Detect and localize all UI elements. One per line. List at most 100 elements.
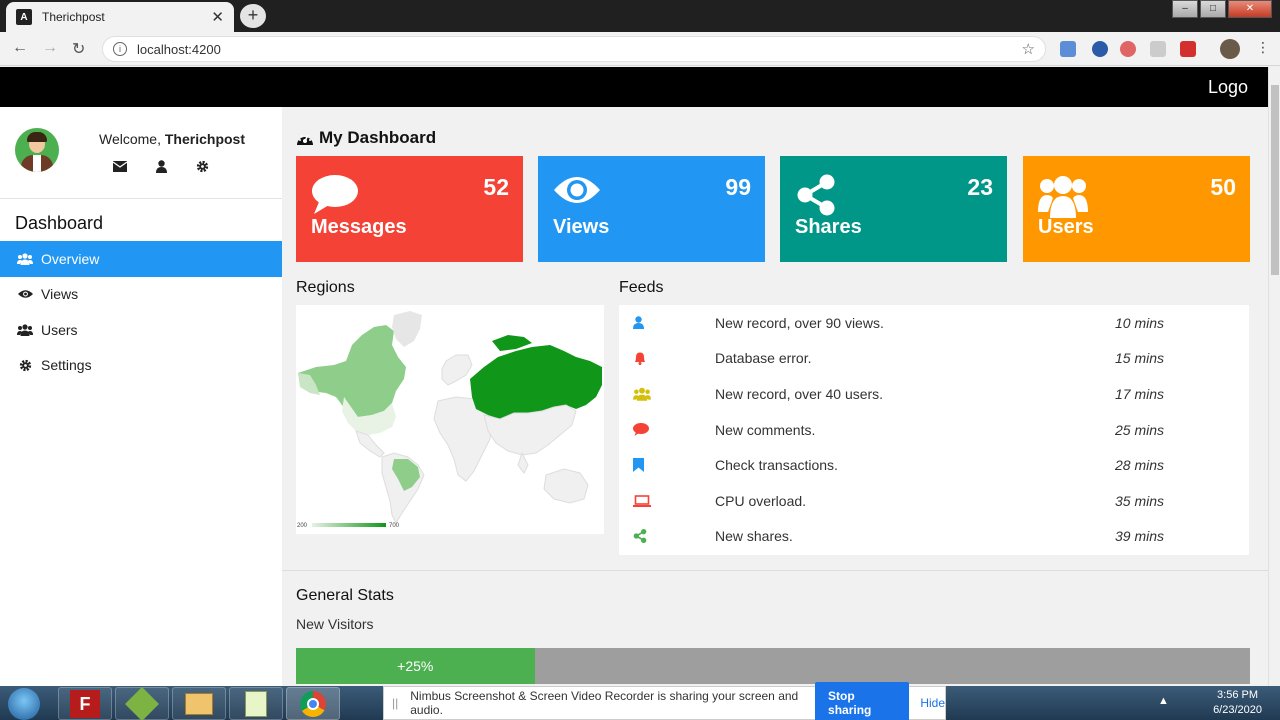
browser-menu-icon[interactable]: ⋮ <box>1256 39 1270 56</box>
card-views[interactable]: 99 Views <box>538 156 765 262</box>
dashboard-gauge-icon <box>296 131 314 146</box>
new-visitors-progress: +25% <box>296 648 1250 684</box>
extension-icon[interactable] <box>1120 41 1136 57</box>
feed-time: 35 mins <box>1115 492 1165 509</box>
filezilla-taskbar-icon[interactable]: F <box>58 687 112 720</box>
clock-time: 3:56 PM <box>1217 689 1259 701</box>
top-navbar: Logo <box>0 67 1268 107</box>
extension-icon[interactable] <box>1180 41 1196 57</box>
extension-icon[interactable] <box>1060 41 1076 57</box>
sidebar-nav: Overview Views Users Settings <box>0 241 282 383</box>
sidebar-item-settings[interactable]: Settings <box>0 348 282 384</box>
page-title-text: My Dashboard <box>319 128 437 147</box>
logo[interactable]: Logo <box>1208 77 1248 98</box>
legend-min-label: 200 <box>297 523 308 529</box>
card-messages[interactable]: 52 Messages <box>296 156 523 262</box>
drag-handle-icon[interactable]: || <box>392 696 398 710</box>
sidebar-item-users[interactable]: Users <box>0 312 282 348</box>
forward-button[interactable]: → <box>42 39 58 57</box>
card-value: 52 <box>483 174 509 200</box>
feeds-title: Feeds <box>619 279 664 296</box>
new-visitors-label: New Visitors <box>296 616 374 632</box>
minimize-button[interactable]: – <box>1172 0 1198 18</box>
profile-avatar[interactable] <box>1220 39 1240 59</box>
feed-time: 39 mins <box>1115 528 1165 545</box>
extension-icon[interactable] <box>1092 41 1108 57</box>
eye-icon <box>17 287 33 301</box>
feed-time: 17 mins <box>1115 385 1165 402</box>
gear-icon[interactable] <box>195 159 209 173</box>
bookmark-star-icon[interactable]: ☆ <box>1022 40 1035 58</box>
explorer-taskbar-icon[interactable] <box>172 687 226 720</box>
users-icon <box>17 323 33 337</box>
new-tab-button[interactable]: + <box>240 4 266 28</box>
page-title: My Dashboard <box>296 128 436 148</box>
angular-favicon-icon: A <box>16 9 32 25</box>
card-label: Users <box>1038 216 1094 238</box>
feed-text: CPU overload. <box>715 492 807 509</box>
share-notice-text: Nimbus Screenshot & Screen Video Recorde… <box>410 689 799 717</box>
feed-text: Check transactions. <box>715 457 838 474</box>
feed-item[interactable]: Check transactions. 28 mins <box>619 447 1249 483</box>
feed-text: New shares. <box>715 528 793 545</box>
comment-icon <box>619 423 715 437</box>
card-label: Shares <box>795 216 862 238</box>
users-icon <box>619 387 715 401</box>
card-value: 23 <box>967 174 993 200</box>
feed-item[interactable]: New record, over 40 users. 17 mins <box>619 376 1249 412</box>
sidebar-section-title: Dashboard <box>15 213 104 233</box>
feed-time: 15 mins <box>1115 350 1165 367</box>
back-button[interactable]: ← <box>12 39 28 57</box>
user-icon[interactable] <box>154 159 168 173</box>
feed-item[interactable]: CPU overload. 35 mins <box>619 483 1249 519</box>
feed-item[interactable]: New record, over 90 views. 10 mins <box>619 305 1249 341</box>
card-shares[interactable]: 23 Shares <box>780 156 1007 262</box>
feed-text: Database error. <box>715 350 812 367</box>
notepad-taskbar-icon[interactable] <box>229 687 283 720</box>
gear-icon <box>17 358 33 372</box>
feed-item[interactable]: New shares. 39 mins <box>619 519 1249 555</box>
reload-button[interactable]: ↻ <box>72 39 85 59</box>
browser-tab[interactable]: A Therichpost ✕ <box>6 2 234 32</box>
system-clock[interactable]: 3:56 PM 6/23/2020 <box>1213 688 1262 718</box>
sidebar-item-label: Overview <box>41 250 100 267</box>
maximize-button[interactable]: □ <box>1200 0 1226 18</box>
extension-icon[interactable] <box>1150 41 1166 57</box>
chrome-taskbar-icon[interactable] <box>286 687 340 720</box>
stop-sharing-button[interactable]: Stop sharing <box>815 682 910 720</box>
user-actions <box>113 159 236 173</box>
app-taskbar-icon[interactable] <box>115 686 169 720</box>
close-window-button[interactable]: ✕ <box>1228 0 1272 18</box>
feed-item[interactable]: New comments. 25 mins <box>619 412 1249 448</box>
welcome-text: Welcome, Therichpost <box>99 131 245 147</box>
stats-divider <box>282 570 1268 571</box>
feed-text: New record, over 90 views. <box>715 314 884 331</box>
feed-time: 28 mins <box>1115 457 1165 474</box>
avatar <box>15 128 59 172</box>
comment-icon <box>311 174 359 221</box>
address-bar[interactable]: i localhost:4200 ☆ <box>102 36 1046 62</box>
progress-fill: +25% <box>296 648 535 684</box>
card-label: Messages <box>311 216 407 238</box>
scrollbar-thumb[interactable] <box>1271 85 1279 275</box>
card-users[interactable]: 50 Users <box>1023 156 1250 262</box>
progress-label: +25% <box>397 658 434 674</box>
info-icon[interactable]: i <box>113 42 127 56</box>
sidebar-item-label: Settings <box>41 357 92 374</box>
card-label: Views <box>553 216 610 238</box>
sidebar-item-overview[interactable]: Overview <box>0 241 282 277</box>
sidebar-item-views[interactable]: Views <box>0 277 282 313</box>
page-scrollbar[interactable] <box>1268 67 1280 687</box>
tray-expand-icon[interactable]: ▲ <box>1158 695 1169 707</box>
feed-time: 10 mins <box>1115 314 1165 331</box>
sidebar-item-label: Views <box>41 286 79 303</box>
regions-map[interactable]: 200 700 <box>296 305 604 534</box>
start-button[interactable] <box>8 688 40 720</box>
sidebar: Welcome, Therichpost Dashboard Overview … <box>0 107 282 687</box>
screen-share-notice: || Nimbus Screenshot & Screen Video Reco… <box>383 682 946 720</box>
close-tab-icon[interactable]: ✕ <box>211 8 224 26</box>
hide-button[interactable]: Hide <box>920 696 945 710</box>
feed-text: New comments. <box>715 421 816 438</box>
feed-item[interactable]: Database error. 15 mins <box>619 341 1249 377</box>
envelope-icon[interactable] <box>113 159 127 173</box>
